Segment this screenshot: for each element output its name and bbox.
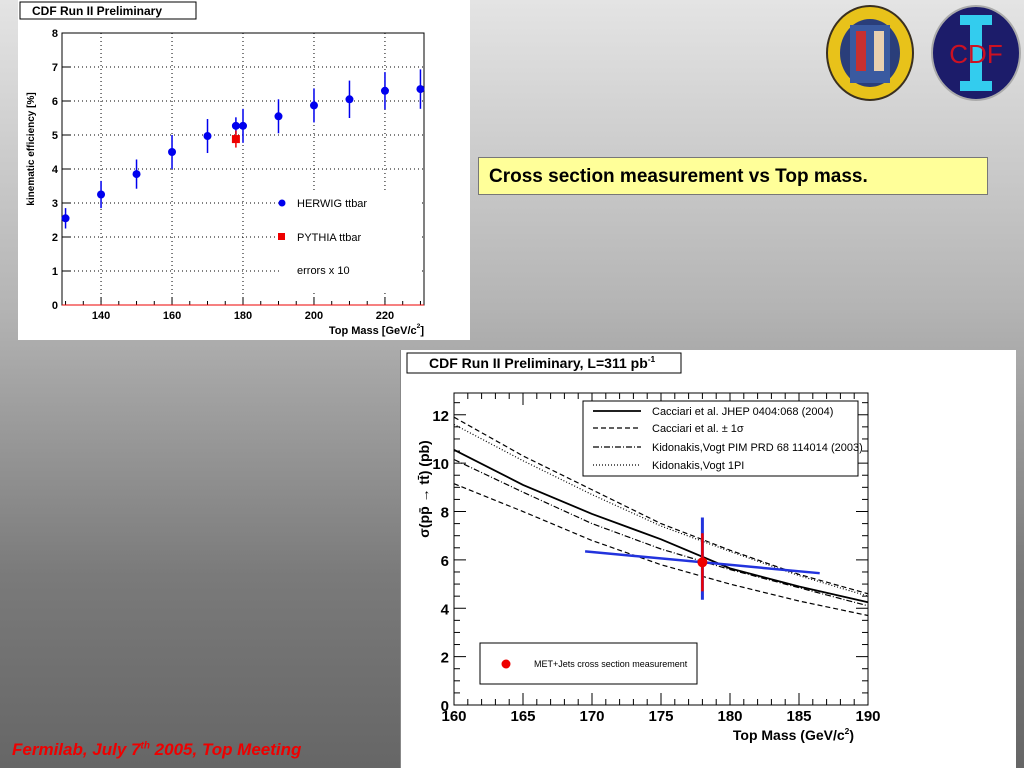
chart-title: CDF Run II Preliminary, L=311 pb-1 (429, 354, 656, 371)
data-point-herwig (132, 170, 141, 179)
data-point-pythia (231, 135, 240, 144)
legend-pythia-label: PYTHIA ttbar (297, 232, 362, 244)
cross-section-chart: CDF Run II Preliminary, L=311 pb-1024681… (406, 352, 881, 743)
y-tick-label: 4 (52, 164, 59, 176)
slide-caption: Cross section measurement vs Top mass. (478, 157, 988, 195)
data-point-herwig (61, 214, 70, 223)
y-axis-label: σ(pp̄ → tt̄) (pb) (416, 440, 432, 537)
data-point-herwig (97, 190, 106, 199)
y-tick-label: 8 (52, 28, 58, 40)
x-tick-label: 180 (234, 310, 252, 322)
data-point-herwig (203, 132, 212, 141)
y-tick-label: 5 (52, 130, 58, 142)
y-tick-label: 4 (441, 601, 450, 618)
measurement-legend-label: MET+Jets cross section measurement (534, 659, 688, 669)
y-tick-label: 2 (52, 232, 58, 244)
y-tick-label: 8 (441, 505, 449, 522)
y-tick-label: 1 (52, 266, 58, 278)
measurement-point (697, 557, 708, 568)
data-point-herwig (231, 121, 240, 130)
padova-university-logo (826, 5, 914, 101)
legend-pythia-marker (278, 233, 285, 240)
y-tick-label: 7 (52, 62, 58, 74)
x-tick-label: 190 (855, 708, 880, 725)
legend-label: Kidonakis,Vogt 1PI (652, 460, 744, 472)
y-tick-label: 6 (52, 96, 58, 108)
x-tick-label: 180 (717, 708, 742, 725)
chart-title: CDF Run II Preliminary (32, 4, 162, 18)
legend-herwig-marker (278, 199, 286, 207)
x-tick-label: 220 (376, 310, 394, 322)
data-point-herwig (274, 112, 283, 121)
y-tick-label: 3 (52, 198, 58, 210)
data-point-herwig (345, 95, 354, 104)
cdf-logo: CDF (931, 5, 1021, 101)
footer-prefix: Fermilab, July 7 (12, 740, 141, 759)
data-point-herwig (168, 148, 177, 156)
legend-label: Cacciari et al. JHEP 0404:068 (2004) (652, 406, 833, 418)
legend-label: Cacciari et al. ± 1σ (652, 423, 744, 435)
efficiency-chart-panel: CDF Run II Preliminary 0 1 2 3 4 5 6 7 8 140 160 180… (18, 0, 470, 340)
cross-section-chart-panel: CDF Run II Preliminary, L=311 pb-1 0 2 4 6 8 1… (400, 350, 1016, 768)
measurement-legend-marker (501, 659, 511, 669)
footer-text: Fermilab, July 7th 2005, Top Meeting (12, 740, 301, 760)
x-tick-label: 140 (92, 310, 110, 322)
y-tick-label: 12 (432, 408, 449, 425)
x-axis-label: Top Mass (GeV/c2) (733, 726, 854, 743)
x-tick-label: 165 (510, 708, 535, 725)
efficiency-chart: CDF Run II Preliminary 0 1 2 3 4 5 6 7 8 140 160 180… (19, 1, 425, 337)
data-point-herwig (416, 85, 425, 94)
x-tick-label: 170 (579, 708, 604, 725)
footer-suffix: 2005, Top Meeting (149, 740, 302, 759)
x-tick-label: 185 (786, 708, 811, 725)
legend-note: errors x 10 (297, 265, 350, 277)
y-axis-label: kinematic efficiency [%] (26, 92, 37, 205)
y-tick-label: 10 (432, 456, 449, 473)
x-tick-label: 200 (305, 310, 323, 322)
x-tick-label: 160 (163, 310, 181, 322)
legend-herwig-label: HERWIG ttbar (297, 198, 367, 210)
data-point-herwig (239, 121, 247, 130)
cdf-logo-text: CDF (949, 39, 1002, 69)
data-point-herwig (309, 101, 318, 110)
x-axis-label: Top Mass [GeV/c2] (329, 323, 425, 337)
y-tick-label: 0 (52, 300, 58, 312)
y-tick-label: 6 (441, 553, 449, 570)
legend-label: Kidonakis,Vogt PIM PRD 68 114014 (2003) (652, 442, 863, 454)
y-tick-label: 2 (441, 650, 449, 667)
data-point-herwig (380, 86, 389, 95)
x-tick-label: 160 (441, 708, 466, 725)
footer-sup: th (140, 740, 150, 752)
x-tick-label: 175 (648, 708, 673, 725)
